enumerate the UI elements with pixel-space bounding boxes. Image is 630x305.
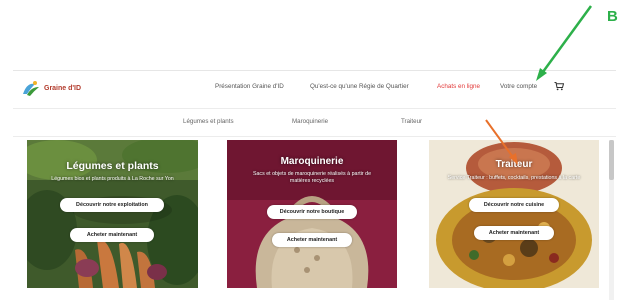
scrollbar-thumb[interactable] (609, 140, 614, 180)
scrollbar[interactable] (609, 140, 614, 300)
nav-regie-de-quartier[interactable]: Qu'est-ce qu'une Régie de Quartier (310, 83, 409, 90)
annotation-label-b: B (607, 8, 618, 25)
discover-boutique-button[interactable]: Découvrir notre boutique (267, 205, 357, 219)
card-legumes-desc: Légumes bios et plants produits à La Roc… (51, 176, 174, 182)
card-traiteur-title: Traiteur (495, 159, 533, 170)
logo-icon (23, 81, 39, 96)
subnav-bottom-divider (13, 136, 616, 137)
logo-text: Graine d'ID (44, 84, 82, 92)
web-page: Graine d'ID Présentation Graine d'ID Qu'… (13, 70, 616, 305)
nav-votre-compte[interactable]: Votre compte (500, 83, 537, 90)
card-maroquinerie-title: Maroquinerie (280, 156, 344, 167)
card-legumes: Légumes et plants Légumes bios et plants… (27, 140, 198, 288)
subnav-maroquinerie[interactable]: Maroquinerie (292, 118, 328, 125)
subnav-legumes[interactable]: Légumes et plants (183, 118, 234, 125)
card-maroquinerie: Maroquinerie Sacs et objets de maroquine… (227, 140, 397, 288)
subnav-divider (13, 108, 616, 109)
card-traiteur: Traiteur Service Traiteur : buffets, coc… (429, 140, 599, 288)
cart-icon[interactable] (554, 81, 564, 91)
site-header: Graine d'ID Présentation Graine d'ID Qu'… (13, 70, 616, 108)
nav-achats-en-ligne[interactable]: Achats en ligne (437, 83, 480, 90)
card-traiteur-desc: Service Traiteur : buffets, cocktails, p… (447, 175, 581, 181)
subnav-traiteur[interactable]: Traiteur (401, 118, 422, 125)
nav-presentation[interactable]: Présentation Graine d'ID (215, 83, 284, 90)
buy-legumes-button[interactable]: Acheter maintenant (70, 228, 154, 242)
discover-exploitation-button[interactable]: Découvrir notre exploitation (60, 198, 164, 212)
site-logo[interactable]: Graine d'ID (21, 77, 93, 99)
green-arrow-line (538, 5, 593, 77)
card-maroquinerie-desc: Sacs et objets de maroquinerie réalisés … (252, 171, 372, 184)
discover-cuisine-button[interactable]: Découvrir notre cuisine (469, 198, 559, 212)
card-legumes-title: Légumes et plants (66, 160, 159, 172)
buy-traiteur-button[interactable]: Acheter maintenant (474, 226, 554, 240)
buy-maroquinerie-button[interactable]: Acheter maintenant (272, 233, 352, 247)
